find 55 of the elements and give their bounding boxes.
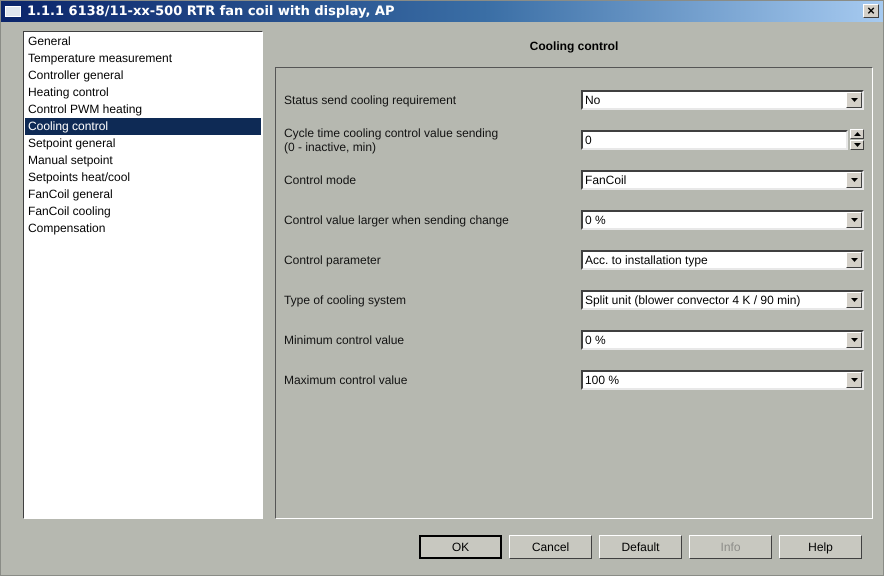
sidebar-item[interactable]: FanCoil general (25, 186, 261, 203)
setting-label: Control mode (284, 172, 356, 187)
panel-title: Cooling control (530, 38, 618, 55)
dropdown-button[interactable] (846, 172, 862, 188)
dropdown-field[interactable]: No (581, 90, 864, 110)
sidebar-item[interactable]: Controller general (25, 66, 261, 84)
sidebar-item[interactable]: Setpoints heat/cool (25, 168, 261, 186)
arrow-down-icon (850, 378, 858, 382)
close-button[interactable]: × (863, 4, 879, 18)
dialog-button[interactable]: Help (779, 534, 862, 559)
sidebar-item[interactable]: Heating control (25, 84, 261, 101)
setting-label: Maximum control value (284, 372, 408, 387)
arrow-down-icon (850, 178, 858, 182)
setting-label: Minimum control value (284, 332, 404, 347)
dropdown-field[interactable]: Split unit (blower convector 4 K / 90 min) (581, 290, 864, 310)
sidebar-item[interactable]: Manual setpoint (25, 152, 261, 169)
dropdown-field[interactable]: FanCoil (581, 170, 864, 190)
dropdown-button[interactable] (846, 372, 862, 388)
dropdown-field[interactable]: 100 % (581, 370, 864, 390)
arrow-down-icon (850, 98, 858, 102)
dropdown-field[interactable]: Acc. to installation type (581, 250, 864, 270)
spin-down-button[interactable] (850, 140, 864, 150)
setting-label: Type of cooling system (284, 292, 406, 307)
dialog-button[interactable]: Default (599, 534, 682, 559)
arrow-down-icon (850, 258, 858, 262)
sidebar-item[interactable]: General (25, 32, 261, 50)
dropdown-button[interactable] (846, 252, 862, 268)
arrow-down-icon (854, 143, 860, 148)
dropdown-button[interactable] (846, 292, 862, 308)
arrow-up-icon (854, 132, 860, 136)
dialog-button[interactable]: OK (419, 534, 502, 559)
window-title: 1.1.1 6138/11-xx-500 RTR fan coil with display, AP (27, 4, 396, 19)
dropdown-button[interactable] (846, 332, 862, 348)
setting-label: Cycle time cooling control value sending (284, 126, 498, 140)
spin-up-button[interactable] (850, 129, 864, 140)
setting-label: Control value larger when sending change (284, 212, 509, 227)
window-icon (5, 6, 21, 17)
sidebar-item[interactable]: Temperature measurement (25, 50, 261, 67)
setting-hint: (0 - inactive, min) (284, 140, 378, 154)
sidebar-item[interactable]: Control PWM heating (25, 100, 261, 118)
arrow-down-icon (850, 338, 858, 342)
dropdown-field[interactable]: 0 % (581, 210, 864, 230)
dialog-button[interactable]: Cancel (509, 534, 592, 559)
sidebar-item[interactable]: Setpoint general (25, 134, 261, 152)
sidebar-item[interactable]: Compensation (25, 220, 261, 237)
arrow-down-icon (850, 298, 858, 302)
setting-label: Status send cooling requirement (284, 92, 456, 107)
sidebar-item[interactable]: FanCoil cooling (25, 202, 261, 220)
number-field[interactable]: 0 (581, 130, 848, 150)
arrow-down-icon (850, 218, 858, 222)
setting-label: Control parameter (284, 252, 381, 267)
dropdown-field[interactable]: 0 % (581, 330, 864, 350)
dropdown-button[interactable] (846, 92, 862, 108)
sidebar-item[interactable]: Cooling control (25, 118, 261, 135)
dropdown-button[interactable] (846, 212, 862, 228)
